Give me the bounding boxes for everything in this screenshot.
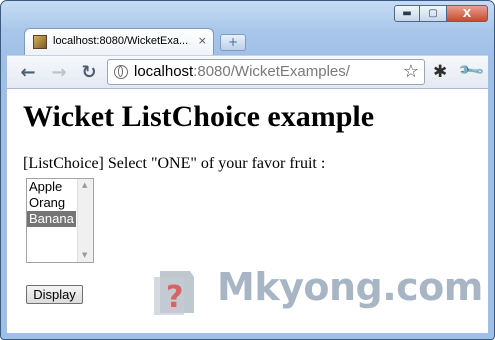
new-tab-button[interactable]: +: [220, 34, 246, 51]
back-button[interactable]: ←: [17, 61, 39, 83]
maximize-button[interactable]: ▢: [420, 5, 446, 22]
url-host: localhost: [134, 63, 194, 80]
fruit-listchoice[interactable]: Apple Orang Banana ▲ ▼: [26, 178, 94, 263]
watermark-logo-icon: ?: [154, 271, 194, 315]
list-option-banana[interactable]: Banana: [27, 211, 76, 227]
globe-icon: [114, 65, 128, 79]
wrench-icon[interactable]: 🔧: [457, 57, 486, 86]
star-icon[interactable]: ☆: [403, 61, 419, 82]
display-button[interactable]: Display: [26, 285, 83, 304]
address-bar[interactable]: localhost:8080/WicketExamples/ ☆: [107, 59, 425, 85]
favicon-icon: [33, 35, 47, 49]
scroll-up-icon[interactable]: ▲: [82, 181, 87, 189]
list-option-apple[interactable]: Apple: [27, 179, 76, 195]
list-option-orang[interactable]: Orang: [27, 195, 76, 211]
minimize-button[interactable]: ▬: [394, 5, 420, 22]
listbox-scrollbar[interactable]: ▲ ▼: [77, 179, 93, 262]
bug-icon[interactable]: ✱: [433, 62, 447, 82]
page-title: Wicket ListChoice example: [23, 100, 375, 133]
watermark-text: Mkyong.com: [217, 265, 483, 309]
watermark-question-glyph: ?: [166, 280, 183, 315]
url-path: :8080/WicketExamples/: [193, 63, 350, 80]
browser-window: ▬ ▢ X localhost:8080/WicketExa... × + ← …: [0, 0, 495, 340]
tab-title: localhost:8080/WicketExa...: [53, 35, 189, 47]
window-controls: ▬ ▢ X: [394, 5, 488, 22]
close-window-button[interactable]: X: [446, 5, 488, 22]
tab-close-icon[interactable]: ×: [198, 34, 207, 47]
reload-button[interactable]: ↻: [78, 61, 100, 83]
scroll-down-icon[interactable]: ▼: [82, 251, 87, 259]
page-content: Wicket ListChoice example [ListChoice] S…: [7, 88, 488, 333]
url-text[interactable]: localhost:8080/WicketExamples/: [134, 63, 350, 80]
browser-tab[interactable]: localhost:8080/WicketExa... ×: [24, 28, 214, 55]
browser-toolbar: ← → ↻ localhost:8080/WicketExamples/ ☆ ✱…: [7, 55, 488, 89]
forward-button[interactable]: →: [48, 61, 70, 83]
fruit-prompt: [ListChoice] Select "ONE" of your favor …: [23, 155, 326, 172]
